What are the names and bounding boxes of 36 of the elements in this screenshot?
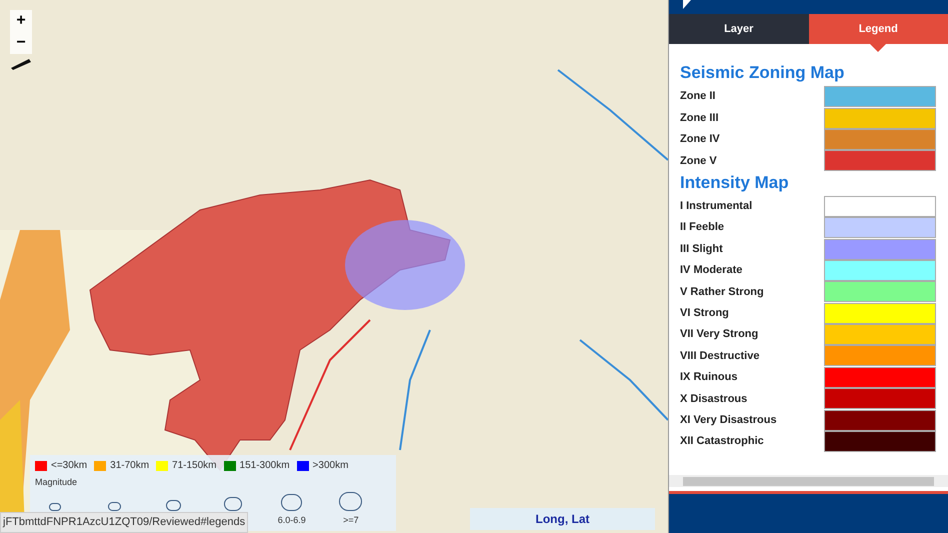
magnitude-label: >=7 (343, 515, 359, 526)
depth-label: 151-300km (240, 459, 290, 473)
legend-item-label: X Disastrous (680, 392, 748, 407)
zoom-out-button[interactable]: − (10, 32, 32, 54)
status-url-tooltip: jFTbmttdFNPR1AzcU1ZQT09/Reviewed#legends (0, 512, 248, 532)
legend-item-label: IX Ruinous (680, 370, 738, 386)
magnitude-label: 6.0-6.9 (278, 515, 306, 526)
legend-section-title: Intensity Map (680, 172, 790, 194)
legend-item-label: Zone III (680, 110, 718, 126)
depth-label: >300km (312, 459, 348, 473)
depth-label: 71-150km (172, 459, 217, 473)
panel-tab[interactable]: Layer (669, 14, 808, 44)
legend-item-label: Zone II (680, 89, 716, 104)
legend-item-label: IV Moderate (680, 263, 742, 278)
tab-pointer (870, 44, 886, 52)
legend-item-label: I Instrumental (680, 199, 752, 214)
ruler-icon[interactable] (10, 58, 32, 70)
horizontal-scrollbar[interactable] (669, 475, 948, 487)
play-icon[interactable] (683, 0, 691, 9)
legend-item-label: VIII Destructive (680, 348, 760, 364)
legend-item-label: XII Catastrophic (680, 434, 764, 450)
legend-item-label: Zone IV (680, 132, 720, 148)
legend-item-label: III Slight (680, 242, 723, 257)
legend-item-label: XI Very Disastrous (680, 412, 777, 428)
depth-label: 31-70km (110, 459, 150, 473)
magnitude-title: Magnitude (35, 477, 78, 488)
legend-item-label: VII Very Strong (680, 327, 758, 342)
zoom-in-button[interactable]: + (10, 10, 32, 32)
legend-section-title: Seismic Zoning Map (680, 62, 846, 84)
depth-label: <=30km (51, 459, 88, 473)
legend-item-label: II Feeble (680, 220, 724, 236)
coordinates-display: Long, Lat (470, 508, 655, 530)
legend-item-label: VI Strong (680, 306, 729, 321)
legend-item-label: Zone V (680, 154, 717, 169)
panel-tab[interactable]: Legend (808, 14, 948, 44)
legend-item-label: V Rather Strong (680, 284, 764, 300)
